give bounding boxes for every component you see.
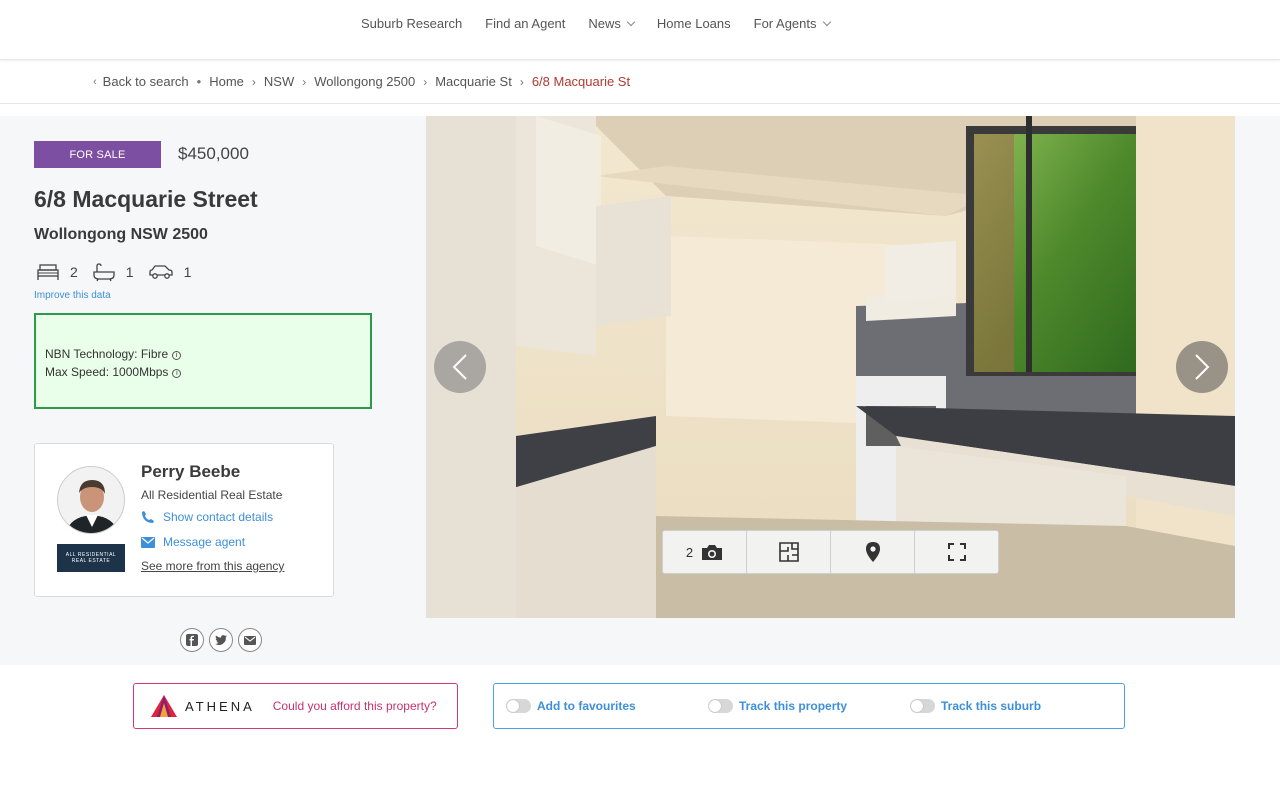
floorplan-button[interactable] <box>747 531 831 573</box>
envelope-icon <box>244 635 256 645</box>
chevron-down-icon <box>822 17 831 26</box>
breadcrumb-dot: • <box>196 74 202 89</box>
see-more-agency-link[interactable]: See more from this agency <box>141 559 284 573</box>
agency-name: All Residential Real Estate <box>141 488 283 502</box>
breadcrumb: ‹ Back to search • Home › NSW › Wollongo… <box>93 74 630 89</box>
message-agent-link[interactable]: Message agent <box>141 535 245 549</box>
share-buttons <box>180 628 267 652</box>
show-contact-label: Show contact details <box>163 510 274 524</box>
breadcrumb-suburb[interactable]: Wollongong 2500 <box>314 74 415 89</box>
email-share-button[interactable] <box>238 628 262 652</box>
agent-card: ALL RESIDENTIAL REAL ESTATE Perry Beebe … <box>34 443 334 597</box>
nav-item-find-an-agent[interactable]: Find an Agent <box>485 16 565 31</box>
breadcrumb-separator: › <box>302 74 307 89</box>
nbn-info-box: NBN Technology: Fibre i Max Speed: 1000Mb… <box>34 313 372 409</box>
chevron-left-icon <box>452 354 467 380</box>
twitter-share-button[interactable] <box>209 628 233 652</box>
max-speed-row: Max Speed: 1000Mbps i <box>45 363 370 381</box>
nav-item-home-loans[interactable]: Home Loans <box>657 16 731 31</box>
twitter-icon <box>215 635 227 645</box>
breadcrumb-bar: ‹ Back to search • Home › NSW › Wollongo… <box>0 62 1280 104</box>
agency-logo[interactable]: ALL RESIDENTIAL REAL ESTATE <box>57 544 125 572</box>
gallery-next-button[interactable] <box>1176 341 1228 393</box>
breadcrumb-separator: › <box>251 74 256 89</box>
breadcrumb-current: 6/8 Macquarie St <box>531 74 631 89</box>
feature-beds: 2 <box>36 263 78 281</box>
breadcrumb-street[interactable]: Macquarie St <box>435 74 512 89</box>
mail-icon <box>141 536 155 548</box>
breadcrumb-separator: › <box>519 74 524 89</box>
map-pin-icon <box>865 542 880 562</box>
nav-item-label: For Agents <box>753 16 817 31</box>
track-suburb-toggle[interactable]: Track this suburb <box>910 699 1041 713</box>
breadcrumb-home[interactable]: Home <box>209 74 244 89</box>
chevron-right-icon <box>1195 354 1210 380</box>
nbn-technology: NBN Technology: Fibre <box>45 347 169 361</box>
info-icon[interactable]: i <box>172 369 182 378</box>
fullscreen-icon <box>947 543 966 561</box>
agent-avatar[interactable] <box>57 466 125 534</box>
nav-item-news[interactable]: News <box>588 16 636 31</box>
photos-button[interactable]: 2 <box>663 531 747 573</box>
breadcrumb-separator: › <box>423 74 428 89</box>
athena-affordability-banner[interactable]: ATHENA Could you afford this property? <box>133 683 458 729</box>
athena-logo-icon <box>151 695 177 717</box>
nav-menu: Suburb Research Find an Agent News Home … <box>361 16 853 31</box>
agent-name: Perry Beebe <box>141 462 241 481</box>
track-property-label: Track this property <box>739 699 848 713</box>
page-title: 6/8 Macquarie Street <box>34 186 258 212</box>
nav-item-label: Home Loans <box>656 16 731 31</box>
floorplan-icon <box>778 542 799 562</box>
improve-data-link[interactable]: Improve this data <box>34 290 111 301</box>
track-suburb-label: Track this suburb <box>941 699 1042 713</box>
favourites-label: Add to favourites <box>537 699 636 713</box>
message-agent-label: Message agent <box>163 535 246 549</box>
nav-item-suburb-research[interactable]: Suburb Research <box>361 16 462 31</box>
listing-price: $450,000 <box>178 144 249 163</box>
top-navigation: Suburb Research Find an Agent News Home … <box>0 0 1280 60</box>
gallery-toolbar: 2 <box>662 530 999 574</box>
toggle-switch[interactable] <box>910 699 935 713</box>
nav-item-label: Find an Agent <box>485 16 566 31</box>
nbn-technology-row: NBN Technology: Fibre i <box>45 345 370 363</box>
feature-cars: 1 <box>148 264 192 280</box>
max-speed: Max Speed: 1000Mbps <box>45 365 169 379</box>
car-icon <box>148 265 173 279</box>
nav-item-label: News <box>588 16 621 31</box>
track-property-toggle[interactable]: Track this property <box>708 699 847 713</box>
map-button[interactable] <box>831 531 915 573</box>
phone-icon <box>142 511 154 523</box>
property-features: 2 1 1 <box>36 262 205 282</box>
agency-logo-line2: REAL ESTATE <box>71 558 111 564</box>
feature-baths: 1 <box>92 262 134 282</box>
fullscreen-button[interactable] <box>915 531 998 573</box>
facebook-share-button[interactable] <box>180 628 204 652</box>
breadcrumb-nsw[interactable]: NSW <box>264 74 294 89</box>
show-contact-details-link[interactable]: Show contact details <box>141 510 273 524</box>
beds-count: 2 <box>70 264 78 280</box>
agent-photo-image <box>58 467 124 533</box>
cars-count: 1 <box>183 264 192 280</box>
add-to-favourites-toggle[interactable]: Add to favourites <box>506 699 636 713</box>
athena-brand: ATHENA <box>185 698 255 714</box>
gallery-prev-button[interactable] <box>434 341 486 393</box>
afford-question: Could you afford this property? <box>272 699 437 713</box>
facebook-icon <box>186 634 198 646</box>
chevron-down-icon <box>626 17 636 26</box>
tracking-bar: Add to favourites Track this property Tr… <box>493 683 1125 729</box>
nav-item-for-agents[interactable]: For Agents <box>753 16 831 31</box>
toggle-switch[interactable] <box>708 699 733 713</box>
info-icon[interactable]: i <box>172 351 182 360</box>
status-badge: FOR SALE <box>34 141 161 168</box>
camera-icon <box>702 545 723 560</box>
photo-count: 2 <box>685 544 694 560</box>
bed-icon <box>37 264 59 280</box>
back-to-search-link[interactable]: Back to search <box>103 74 189 89</box>
toggle-switch[interactable] <box>506 699 531 713</box>
chevron-left-icon: ‹ <box>93 75 97 88</box>
nav-item-label: Suburb Research <box>361 16 463 31</box>
listing-suburb: Wollongong NSW 2500 <box>34 226 208 243</box>
baths-count: 1 <box>125 264 134 280</box>
bath-icon <box>93 263 115 282</box>
